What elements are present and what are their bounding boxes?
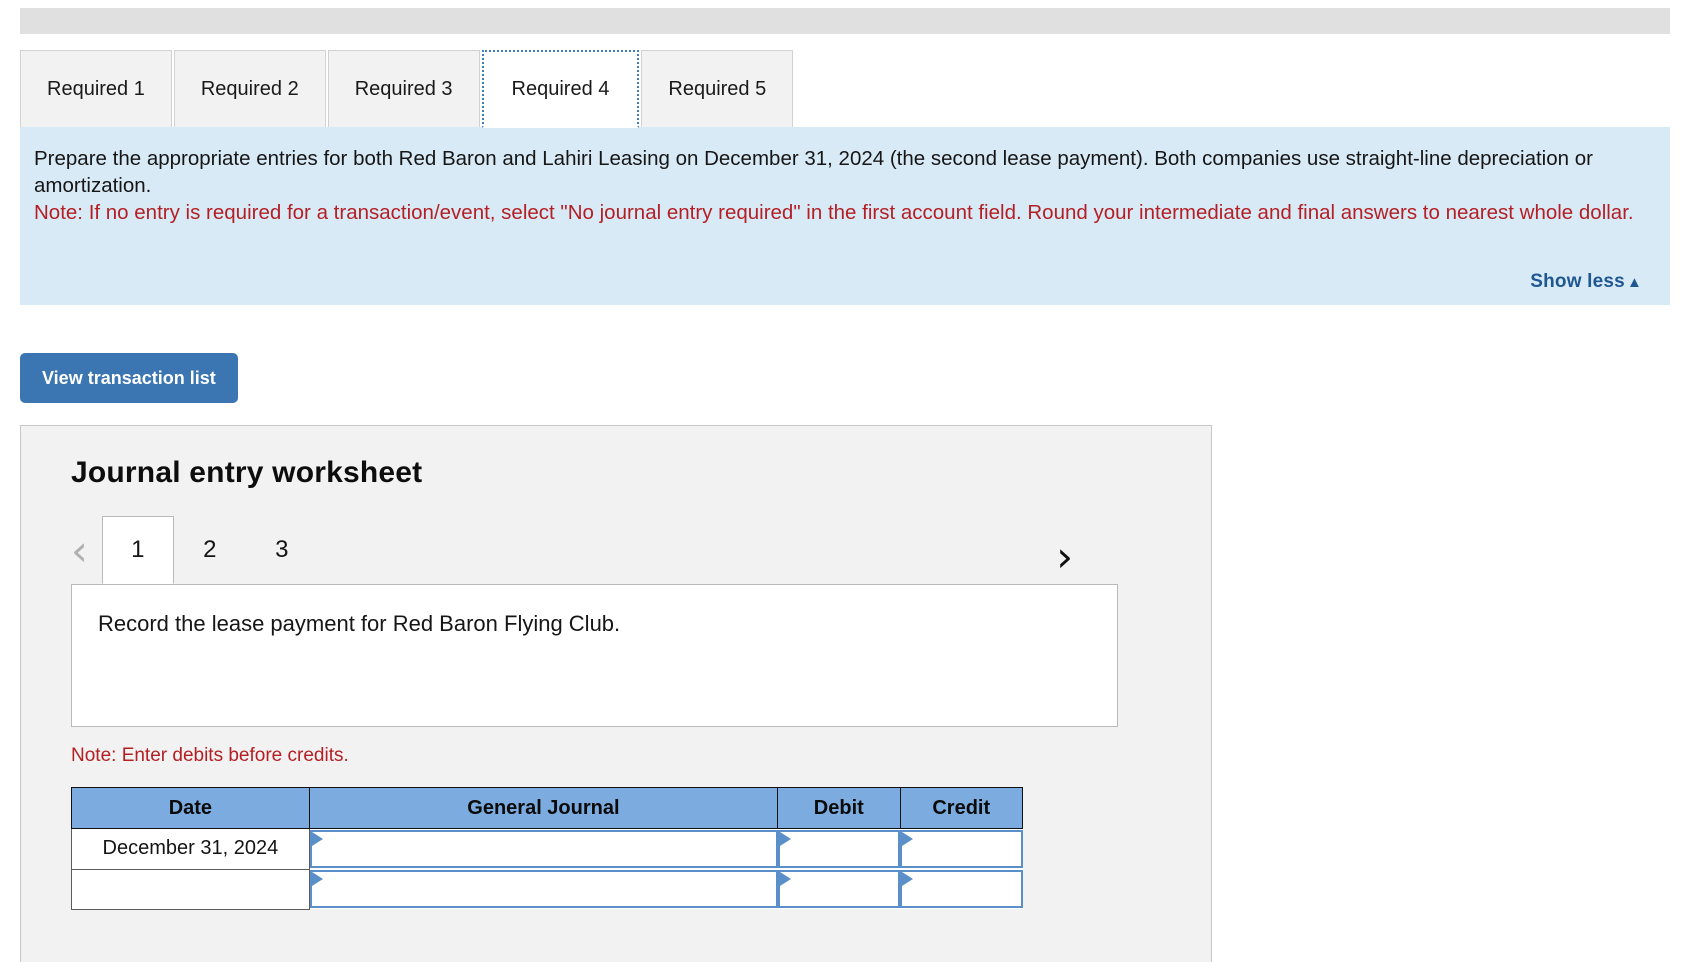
column-header-date: Date — [71, 787, 310, 829]
tab-required-4[interactable]: Required 4 — [481, 50, 640, 128]
row-1-general-journal-cell — [309, 828, 778, 869]
row-2-credit-cell — [900, 869, 1023, 909]
view-transaction-list-label: View transaction list — [42, 367, 216, 388]
instruction-panel: Prepare the appropriate entries for both… — [20, 127, 1670, 305]
required-tab-strip: Required 1 Required 2 Required 3 Require… — [20, 50, 795, 128]
worksheet-page-2-label: 2 — [203, 536, 217, 563]
view-transaction-list-button[interactable]: View transaction list — [20, 353, 238, 403]
page-root: Required 1 Required 2 Required 3 Require… — [0, 0, 1688, 962]
column-header-debit: Debit — [777, 787, 901, 829]
column-header-general-journal: General Journal — [308, 787, 779, 829]
worksheet-title: Journal entry worksheet — [71, 456, 423, 489]
debits-before-credits-note: Note: Enter debits before credits. — [71, 745, 349, 766]
journal-entry-table: Date General Journal Debit Credit Decemb… — [71, 787, 1024, 910]
transaction-description-text: Record the lease payment for Red Baron F… — [98, 611, 621, 636]
caret-up-icon: ▲ — [1626, 274, 1642, 291]
tab-required-3[interactable]: Required 3 — [327, 50, 480, 128]
show-less-label: Show less — [1530, 271, 1625, 292]
table-row — [71, 868, 1023, 910]
tab-required-5[interactable]: Required 5 — [641, 50, 794, 128]
worksheet-page-3[interactable]: 3 — [246, 516, 318, 584]
worksheet-pager: ‹ 1 2 3 › — [71, 516, 1211, 584]
tab-required-2-label: Required 2 — [200, 78, 299, 100]
dropdown-marker-icon — [311, 872, 323, 886]
dropdown-marker-icon — [311, 832, 323, 846]
pager-prev-icon[interactable]: ‹ — [71, 530, 102, 584]
tab-required-1-label: Required 1 — [47, 78, 145, 100]
pager-next-icon[interactable]: › — [1056, 536, 1073, 578]
dropdown-marker-icon — [779, 832, 791, 846]
row-2-debit-cell — [777, 869, 901, 909]
instruction-text: Prepare the appropriate entries for both… — [34, 147, 1593, 197]
row-2-account-select[interactable] — [309, 870, 778, 908]
table-row: December 31, 2024 — [71, 828, 1023, 870]
row-1-credit-input[interactable] — [900, 830, 1023, 868]
instruction-note: Note: If no entry is required for a tran… — [34, 201, 1634, 224]
tab-required-1[interactable]: Required 1 — [20, 50, 172, 128]
worksheet-page-1[interactable]: 1 — [101, 516, 174, 584]
table-header-row: Date General Journal Debit Credit — [71, 787, 1024, 829]
row-1-debit-input[interactable] — [777, 830, 901, 868]
row-2-debit-input[interactable] — [777, 870, 901, 908]
row-1-credit-cell — [900, 828, 1023, 869]
row-2-general-journal-cell — [309, 869, 778, 909]
show-less-toggle[interactable]: Show less ▲ — [1530, 271, 1642, 293]
tab-required-3-label: Required 3 — [354, 78, 453, 100]
row-2-date-cell — [71, 868, 310, 910]
worksheet-page-1-label: 1 — [131, 536, 145, 563]
column-header-credit: Credit — [899, 787, 1024, 829]
row-1-date-cell: December 31, 2024 — [71, 828, 310, 870]
transaction-description-box: Record the lease payment for Red Baron F… — [71, 584, 1118, 727]
row-2-credit-input[interactable] — [900, 870, 1023, 908]
journal-entry-worksheet-panel: Journal entry worksheet ‹ 1 2 3 › Record… — [20, 425, 1212, 962]
dropdown-marker-icon — [779, 872, 791, 886]
worksheet-page-3-label: 3 — [275, 536, 289, 563]
top-gray-bar — [20, 8, 1670, 34]
dropdown-marker-icon — [902, 872, 914, 886]
worksheet-page-2[interactable]: 2 — [174, 516, 246, 584]
row-1-account-select[interactable] — [309, 830, 778, 868]
tab-required-4-label: Required 4 — [511, 77, 610, 100]
tab-required-5-label: Required 5 — [668, 78, 767, 100]
tab-required-2[interactable]: Required 2 — [173, 50, 326, 128]
dropdown-marker-icon — [902, 832, 914, 846]
row-1-debit-cell — [777, 828, 901, 869]
